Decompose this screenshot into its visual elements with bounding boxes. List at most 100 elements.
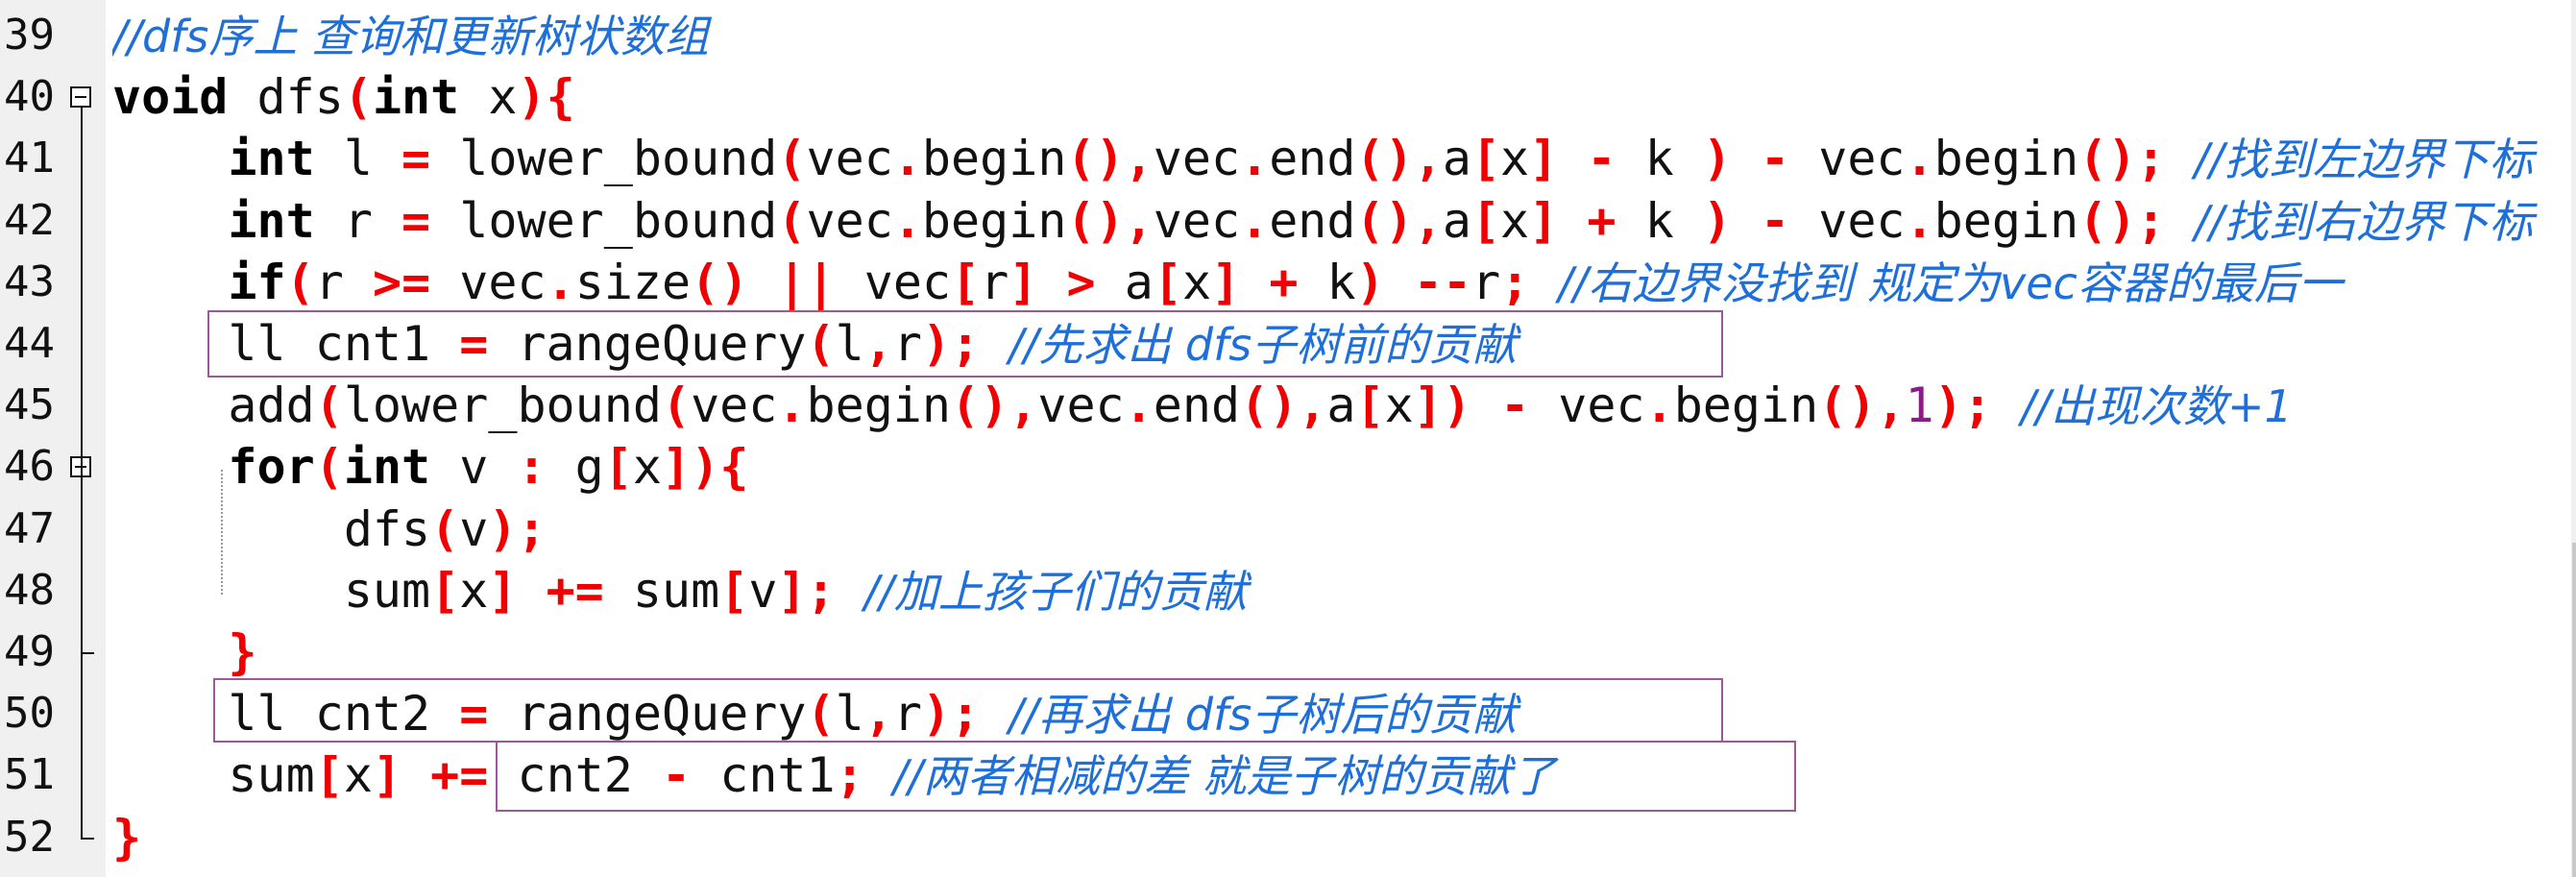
code-identifier: vec xyxy=(806,131,893,187)
code-line[interactable]: int r = lower_bound(vec.begin(),vec.end(… xyxy=(112,190,2533,252)
code-identifier: vec xyxy=(1789,192,1906,249)
code-operator: - xyxy=(1761,192,1790,249)
code-identifier: r xyxy=(892,686,922,743)
code-operator: ( xyxy=(285,254,315,310)
code-keyword: int xyxy=(228,192,315,249)
vertical-scrollbar[interactable] xyxy=(2571,0,2576,877)
code-comment: //dfs序上 查询和更新树状数组 xyxy=(112,11,709,62)
code-operator: > xyxy=(1066,254,1096,310)
code-identifier: sum xyxy=(112,747,315,804)
code-line[interactable]: ll cnt2 = rangeQuery(l,r); //再求出 dfs子树后的… xyxy=(112,683,1517,744)
code-identifier: v xyxy=(430,439,518,496)
code-operator: += xyxy=(546,562,604,619)
code-identifier xyxy=(401,747,430,803)
indent-guide xyxy=(221,469,223,595)
code-operator: [ xyxy=(314,747,344,804)
code-identifier: a xyxy=(1095,254,1154,310)
code-keyword: if xyxy=(228,254,286,310)
code-identifier: v xyxy=(748,562,778,619)
code-identifier: vec xyxy=(1789,131,1906,187)
code-operator: () xyxy=(951,378,1009,434)
code-identifier: lower_bound xyxy=(430,131,778,187)
code-identifier: l xyxy=(314,131,402,187)
code-line[interactable]: sum[x] += sum[v]; //加上孩子们的贡献 xyxy=(112,560,1248,621)
code-line[interactable]: } xyxy=(112,621,256,683)
code-line[interactable]: void dfs(int x){ xyxy=(112,66,575,128)
code-identifier xyxy=(1558,131,1587,186)
code-operator: ) xyxy=(1702,131,1732,187)
line-number: 43 xyxy=(4,256,55,306)
code-operator: + xyxy=(1587,192,1616,249)
code-line[interactable]: } xyxy=(112,807,141,868)
code-keyword: for xyxy=(228,439,315,496)
code-identifier xyxy=(1732,131,1761,186)
code-identifier: ll cnt1 xyxy=(112,316,460,372)
code-identifier xyxy=(517,563,546,619)
code-line[interactable]: add(lower_bound(vec.begin(),vec.end(),a[… xyxy=(112,375,2292,436)
code-identifier: cnt2 xyxy=(488,747,662,804)
code-operator: - xyxy=(1761,131,1790,187)
code-operator: = xyxy=(401,192,431,249)
code-identifier: vec xyxy=(806,192,893,249)
code-operator: , xyxy=(863,686,893,743)
code-line[interactable]: //dfs序上 查询和更新树状数组 xyxy=(112,5,709,66)
code-operator: ] xyxy=(488,562,518,619)
code-identifier xyxy=(864,747,893,803)
code-line[interactable]: if(r >= vec.size() || vec[r] > a[x] + k)… xyxy=(112,252,2342,313)
code-operator: . xyxy=(546,254,575,310)
code-identifier: l xyxy=(835,316,864,372)
code-identifier: x xyxy=(1500,131,1530,187)
code-identifier: begin xyxy=(806,378,952,434)
code-operator: . xyxy=(892,192,922,249)
fold-collapse-icon[interactable] xyxy=(70,86,91,109)
code-operator: () xyxy=(1240,378,1299,434)
code-comment: //找到左边界下标 xyxy=(2194,134,2534,186)
code-identifier xyxy=(112,131,228,186)
code-identifier: x xyxy=(1500,192,1530,249)
code-identifier xyxy=(1558,193,1587,249)
code-line[interactable]: ll cnt1 = rangeQuery(l,r); //先求出 dfs子树前的… xyxy=(112,313,1517,375)
code-identifier: vec xyxy=(430,254,547,310)
code-identifier: dfs xyxy=(112,500,431,557)
code-identifier xyxy=(1732,193,1761,249)
code-identifier: r xyxy=(1471,254,1501,310)
code-identifier: v xyxy=(459,500,489,557)
code-identifier: vec xyxy=(691,378,778,434)
code-identifier xyxy=(1240,255,1269,310)
code-operator: ] xyxy=(1009,254,1038,310)
code-area[interactable]: //dfs序上 查询和更新树状数组 void dfs(int x){ int l … xyxy=(112,0,2568,877)
code-operator: () xyxy=(1818,378,1877,434)
code-line[interactable]: int l = lower_bound(vec.begin(),vec.end(… xyxy=(112,128,2534,189)
scrollbar-thumb[interactable] xyxy=(2572,543,2576,877)
code-line[interactable]: dfs(v); xyxy=(112,499,547,560)
code-operator: - xyxy=(1587,131,1616,187)
code-line[interactable]: for(int v : g[x]){ xyxy=(112,436,748,498)
code-operator: [ xyxy=(1470,192,1501,249)
code-identifier: begin xyxy=(921,192,1067,249)
code-keyword: int xyxy=(228,131,315,187)
code-line[interactable]: sum[x] += cnt2 - cnt1; //两者相减的差 就是子树的贡献了 xyxy=(112,744,1555,806)
code-operator: [ xyxy=(1153,254,1182,310)
code-keyword: int xyxy=(372,69,460,126)
code-operator: = xyxy=(459,316,489,372)
code-operator: ; xyxy=(1500,254,1530,310)
code-identifier xyxy=(980,686,1009,742)
code-identifier: rangeQuery xyxy=(488,686,807,743)
code-operator: () xyxy=(1066,192,1125,249)
code-operator: ] xyxy=(1211,254,1241,310)
code-operator: , xyxy=(1009,378,1038,434)
code-identifier: vec xyxy=(835,254,952,310)
code-identifier: r xyxy=(892,316,922,372)
code-identifier xyxy=(836,563,864,619)
code-operator: ( xyxy=(806,686,836,743)
code-identifier: cnt1 xyxy=(691,747,836,804)
code-identifier xyxy=(112,439,228,495)
code-operator: || xyxy=(777,254,836,310)
code-operator: ( xyxy=(430,500,460,557)
code-operator: - xyxy=(1500,378,1530,434)
code-operator: ]) xyxy=(1413,378,1471,434)
code-operator: ] xyxy=(1529,192,1559,249)
code-operator: . xyxy=(892,131,922,187)
code-identifier: vec xyxy=(1153,131,1241,187)
code-identifier: k xyxy=(1298,254,1356,310)
